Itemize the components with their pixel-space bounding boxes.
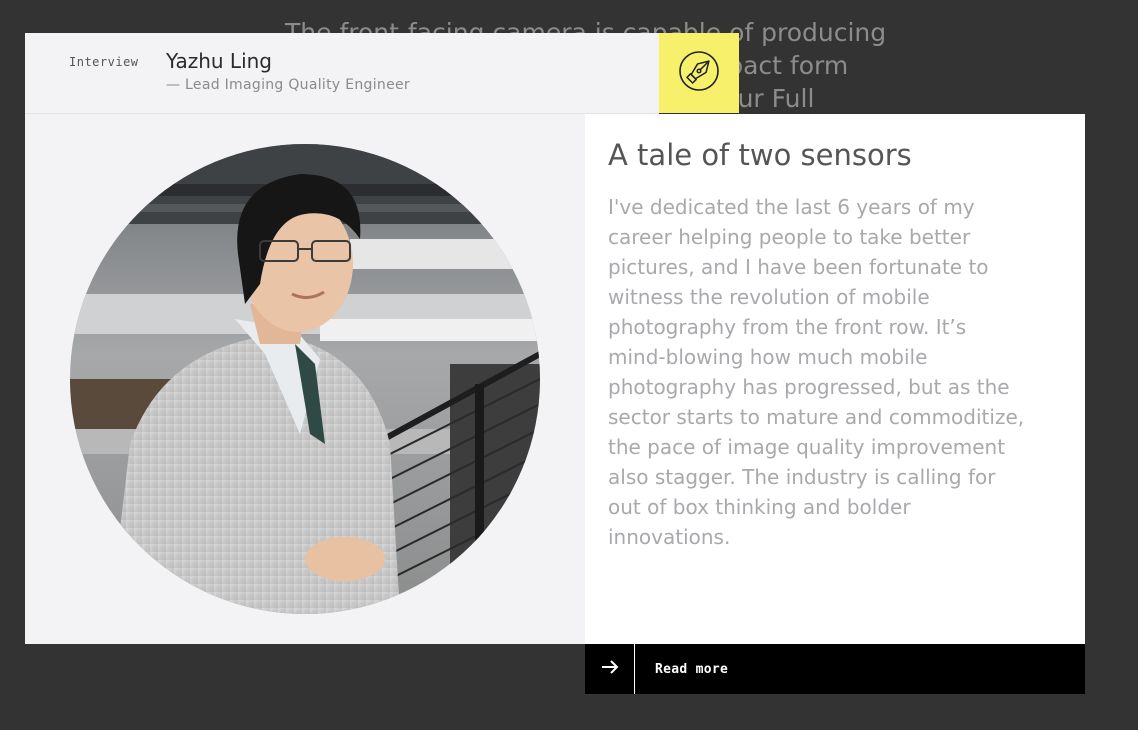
- excerpt-line: innovations.: [608, 525, 731, 549]
- interview-tag: Interview: [69, 55, 139, 69]
- person-role: — Lead Imaging Quality Engineer: [166, 77, 410, 93]
- article-excerpt: I've dedicated the last 6 years of my ca…: [608, 192, 1078, 552]
- fountain-pen-icon: [678, 50, 720, 97]
- arrow-right-icon: [600, 659, 620, 680]
- read-more-button[interactable]: Read more: [585, 644, 1085, 694]
- excerpt-line: photography has progressed, but as the: [608, 375, 1010, 399]
- person-name: Yazhu Ling: [166, 49, 272, 73]
- portrait-photo: [70, 144, 540, 614]
- article-text-panel: A tale of two sensors I've dedicated the…: [585, 114, 1085, 644]
- article-headline: A tale of two sensors: [608, 138, 912, 172]
- excerpt-line: out of box thinking and bolder: [608, 495, 911, 519]
- excerpt-line: pictures, and I have been fortunate to: [608, 255, 989, 279]
- excerpt-line: the pace of image quality improvement: [608, 435, 1006, 459]
- excerpt-line: also stagger. The industry is calling fo…: [608, 465, 996, 489]
- excerpt-line: photography from the front row. It’s: [608, 315, 967, 339]
- excerpt-line: I've dedicated the last 6 years of my: [608, 195, 975, 219]
- excerpt-line: mind-blowing how much mobile: [608, 345, 928, 369]
- interview-card-header: Interview Yazhu Ling — Lead Imaging Qual…: [25, 33, 659, 114]
- arrow-box[interactable]: [585, 644, 635, 694]
- excerpt-line: sector starts to mature and commoditize,: [608, 405, 1025, 429]
- photo-panel: [25, 114, 585, 644]
- pen-badge: [659, 33, 739, 113]
- excerpt-line: witness the revolution of mobile: [608, 285, 930, 309]
- excerpt-line: career helping people to take better: [608, 225, 971, 249]
- read-more-label: Read more: [655, 661, 729, 677]
